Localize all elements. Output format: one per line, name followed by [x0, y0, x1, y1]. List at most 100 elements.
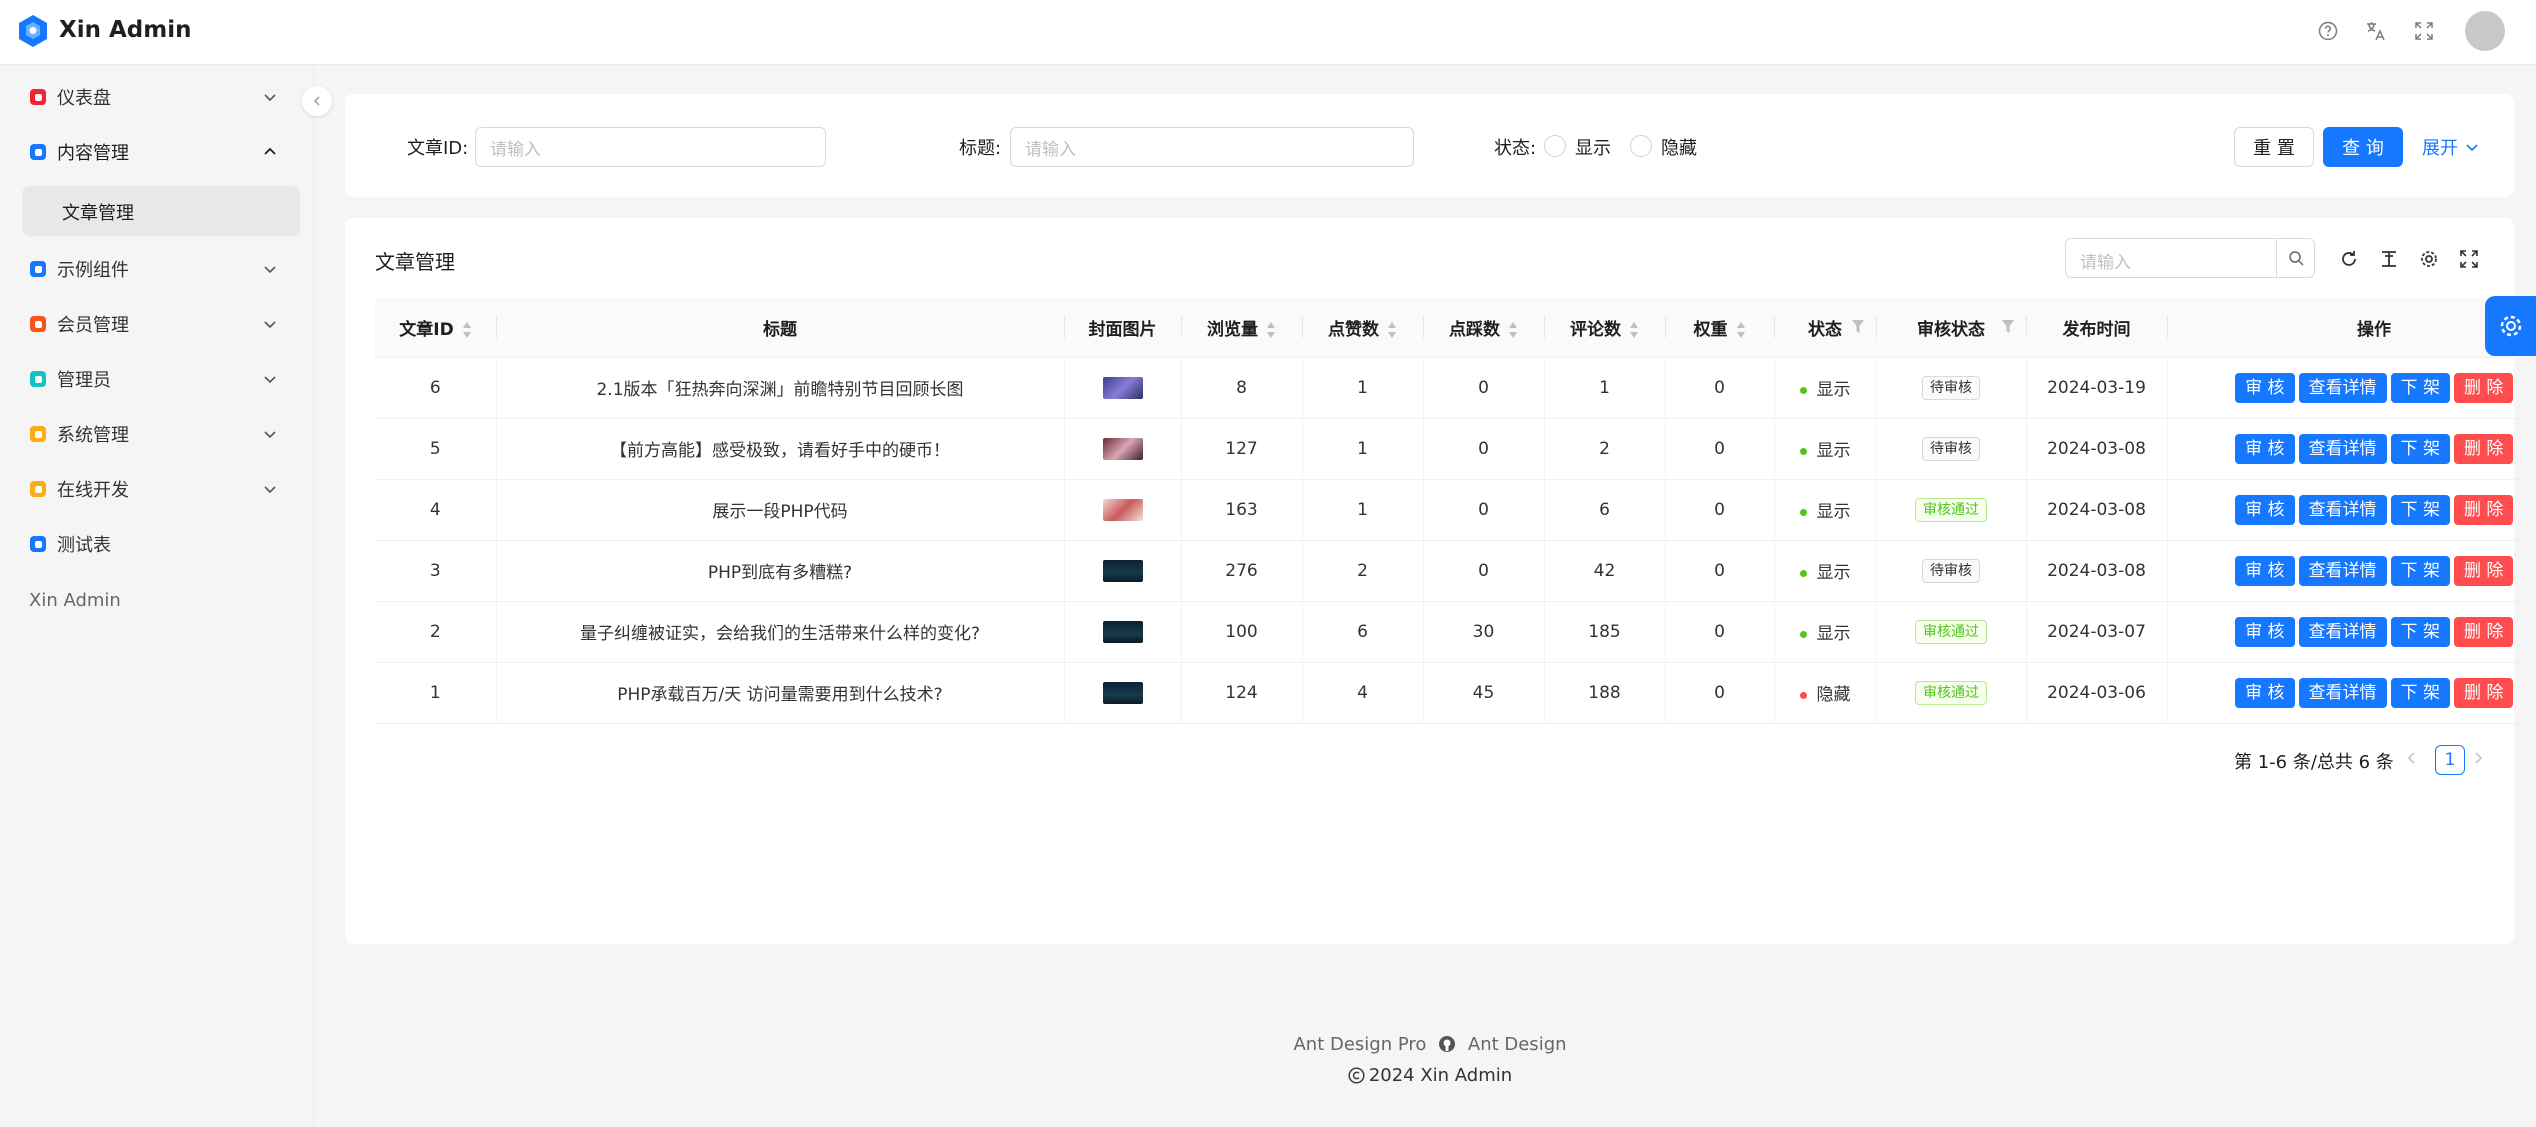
- translate-icon[interactable]: [2363, 18, 2389, 44]
- view-detail-button[interactable]: 查看详情: [2298, 494, 2387, 525]
- cell-likes: 6: [1301, 601, 1423, 663]
- col-header-status[interactable]: 状态: [1774, 298, 1876, 358]
- cell-weight: 0: [1664, 662, 1774, 724]
- density-icon[interactable]: [2377, 247, 2401, 271]
- cover-image[interactable]: [1102, 559, 1143, 582]
- unpublish-button[interactable]: 下 架: [2390, 677, 2450, 708]
- sort-icon: [1508, 321, 1518, 339]
- unpublish-button[interactable]: 下 架: [2390, 555, 2450, 586]
- status-radio-show[interactable]: [1544, 135, 1566, 157]
- footer-link-pro[interactable]: Ant Design Pro: [1293, 1034, 1426, 1055]
- cell-status: 显示: [1773, 540, 1876, 602]
- sidebar-item-articles[interactable]: 文章管理: [22, 186, 300, 236]
- chevron-down-icon: [264, 266, 276, 274]
- user-avatar[interactable]: [2465, 11, 2505, 51]
- cover-image[interactable]: [1102, 437, 1143, 460]
- cell-cover: [1063, 662, 1181, 724]
- audit-button[interactable]: 审 核: [2235, 494, 2295, 525]
- audit-button[interactable]: 审 核: [2235, 433, 2295, 464]
- table-search-button[interactable]: [2276, 239, 2314, 277]
- view-detail-button[interactable]: 查看详情: [2298, 372, 2387, 403]
- sidebar-item-members[interactable]: 会员管理: [0, 298, 314, 350]
- audit-status-badge: 审核通过: [1915, 680, 1987, 705]
- table-row: 3 PHP到底有多糟糕? 276 2 0 42 0 显示 待审核 2024-03-08 审 核查看详…: [375, 540, 2536, 602]
- pagination-page-1[interactable]: 1: [2435, 745, 2465, 775]
- article-id-input[interactable]: 请输入: [475, 127, 826, 167]
- audit-button[interactable]: 审 核: [2235, 677, 2295, 708]
- col-header-comments[interactable]: 评论数: [1544, 298, 1665, 358]
- unpublish-button[interactable]: 下 架: [2390, 494, 2450, 525]
- view-detail-button[interactable]: 查看详情: [2298, 555, 2387, 586]
- fullscreen-icon[interactable]: [2457, 247, 2481, 271]
- delete-button[interactable]: 删 除: [2453, 494, 2514, 525]
- unpublish-button[interactable]: 下 架: [2390, 433, 2450, 464]
- sidebar: 仪表盘 内容管理 文章管理 示例组件 会员管理 管理员 系统管理 在线开发 测试…: [0, 66, 314, 1127]
- settings-icon[interactable]: [2417, 247, 2441, 271]
- col-header-views[interactable]: 浏览量: [1181, 298, 1302, 358]
- delete-button[interactable]: 删 除: [2453, 433, 2514, 464]
- filter-icon: [2002, 320, 2014, 333]
- help-icon[interactable]: [2315, 18, 2341, 44]
- col-header-title: 标题: [496, 298, 1064, 358]
- sidebar-item-dashboard[interactable]: 仪表盘: [0, 71, 314, 123]
- title-input[interactable]: 请输入: [1010, 127, 1414, 167]
- table-search: 请输入: [2065, 238, 2315, 278]
- sidebar-item-content[interactable]: 内容管理: [0, 126, 314, 178]
- delete-button[interactable]: 删 除: [2453, 677, 2514, 708]
- cover-image[interactable]: [1102, 681, 1143, 704]
- audit-button[interactable]: 审 核: [2235, 555, 2295, 586]
- unpublish-button[interactable]: 下 架: [2390, 616, 2450, 647]
- status-radio-hide[interactable]: [1630, 135, 1652, 157]
- cell-status: 隐藏: [1773, 662, 1876, 724]
- table-search-input[interactable]: 请输入: [2066, 239, 2276, 277]
- view-detail-button[interactable]: 查看详情: [2298, 677, 2387, 708]
- delete-button[interactable]: 删 除: [2453, 555, 2514, 586]
- view-detail-button[interactable]: 查看详情: [2298, 616, 2387, 647]
- col-header-weight[interactable]: 权重: [1665, 298, 1774, 358]
- fullscreen-icon[interactable]: [2411, 18, 2437, 44]
- pagination-next-icon[interactable]: [2471, 751, 2485, 765]
- cell-title: 【前方高能】感受极致，请看好手中的硬币！: [495, 418, 1064, 480]
- footer-link-antd[interactable]: Ant Design: [1468, 1034, 1567, 1055]
- github-icon[interactable]: [1438, 1035, 1456, 1053]
- cover-image[interactable]: [1102, 498, 1143, 521]
- search-icon: [2288, 251, 2304, 266]
- pagination-prev-icon[interactable]: [2405, 751, 2419, 765]
- query-button[interactable]: 查 询: [2323, 127, 2403, 167]
- delete-button[interactable]: 删 除: [2453, 372, 2514, 403]
- sidebar-item-system[interactable]: 系统管理: [0, 408, 314, 460]
- reload-icon[interactable]: [2337, 247, 2361, 271]
- cover-image[interactable]: [1102, 620, 1143, 643]
- cell-likes: 4: [1301, 662, 1423, 724]
- cell-weight: 0: [1664, 357, 1774, 419]
- cell-views: 276: [1180, 540, 1302, 602]
- cell-dislikes: 0: [1422, 540, 1544, 602]
- col-header-likes[interactable]: 点赞数: [1302, 298, 1423, 358]
- cell-comments: 42: [1543, 540, 1665, 602]
- unpublish-button[interactable]: 下 架: [2390, 372, 2450, 403]
- audit-status-badge: 审核通过: [1915, 619, 1987, 644]
- cell-dislikes: 0: [1422, 479, 1544, 541]
- col-header-dislikes[interactable]: 点踩数: [1423, 298, 1544, 358]
- sidebar-item-test[interactable]: 测试表: [0, 518, 314, 570]
- cell-actions: 审 核查看详情下 架删 除: [2166, 357, 2536, 419]
- member-icon: [30, 316, 46, 332]
- sidebar-item-admins[interactable]: 管理员: [0, 353, 314, 405]
- audit-button[interactable]: 审 核: [2235, 616, 2295, 647]
- audit-status-badge: 待审核: [1922, 558, 1980, 583]
- article-table-card: 文章管理 请输入 文章ID 标题 封面图片 浏览量 点赞数 点踩数 评论数 权重…: [345, 218, 2536, 944]
- audit-button[interactable]: 审 核: [2235, 372, 2295, 403]
- sidebar-item-dev[interactable]: 在线开发: [0, 463, 314, 515]
- cover-image[interactable]: [1102, 376, 1143, 399]
- cell-audit: 待审核: [1875, 540, 2026, 602]
- sidebar-collapse-button[interactable]: [302, 86, 332, 116]
- cell-comments: 2: [1543, 418, 1665, 480]
- settings-drawer-button[interactable]: [2485, 296, 2536, 356]
- view-detail-button[interactable]: 查看详情: [2298, 433, 2387, 464]
- delete-button[interactable]: 删 除: [2453, 616, 2514, 647]
- sidebar-item-components[interactable]: 示例组件: [0, 243, 314, 295]
- reset-button[interactable]: 重 置: [2234, 127, 2314, 167]
- expand-button[interactable]: 展开: [2422, 134, 2480, 160]
- col-header-audit[interactable]: 审核状态: [1876, 298, 2026, 358]
- col-header-id[interactable]: 文章ID: [375, 298, 496, 358]
